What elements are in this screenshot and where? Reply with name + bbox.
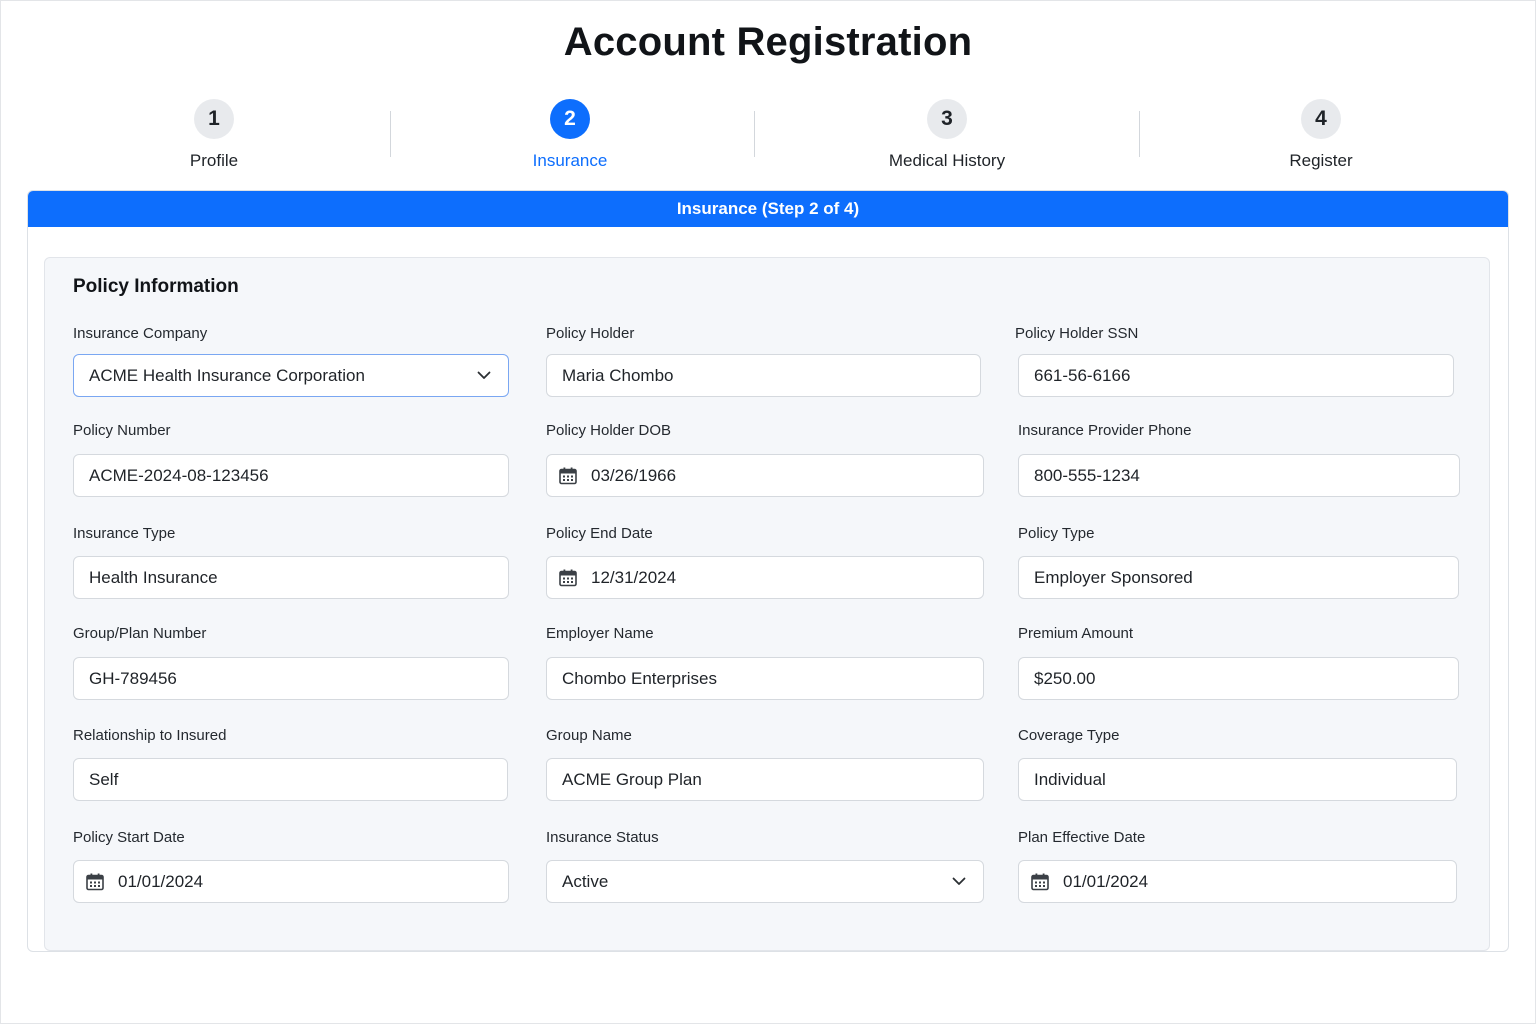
step-number: 4 — [1301, 99, 1341, 139]
insurance-type-value: Health Insurance — [89, 567, 218, 587]
insurance-provider-phone-label: Insurance Provider Phone — [1018, 422, 1192, 439]
relationship-to-insured-value: Self — [89, 769, 119, 789]
policy-end-date-label: Policy End Date — [546, 525, 653, 542]
insurance-status-value: Active — [562, 871, 609, 891]
policy-holder-ssn-label: Policy Holder SSN — [1015, 325, 1139, 342]
policy-end-date-value: 12/31/2024 — [591, 567, 677, 587]
insurance-company-value: ACME Health Insurance Corporation — [89, 365, 365, 385]
calendar-icon — [558, 568, 578, 588]
policy-type-label: Policy Type — [1018, 525, 1095, 542]
policy-number-input[interactable]: ACME-2024-08-123456 — [73, 454, 509, 497]
step-number: 1 — [194, 99, 234, 139]
step-divider — [390, 111, 391, 157]
insurance-provider-phone-value: 800-555-1234 — [1034, 465, 1140, 485]
employer-name-label: Employer Name — [546, 625, 654, 642]
policy-end-date-input[interactable]: 12/31/2024 — [546, 556, 984, 599]
relationship-to-insured-label: Relationship to Insured — [73, 727, 227, 744]
policy-information-panel: Policy Information Insurance Company ACM… — [44, 257, 1490, 951]
chevron-down-icon — [947, 870, 971, 894]
step-number: 3 — [927, 99, 967, 139]
policy-number-value: ACME-2024-08-123456 — [89, 465, 269, 485]
insurance-status-select[interactable]: Active — [546, 860, 984, 903]
form-card: Insurance (Step 2 of 4) Policy Informati… — [27, 190, 1509, 952]
plan-effective-date-value: 01/01/2024 — [1063, 871, 1149, 891]
insurance-type-label: Insurance Type — [73, 525, 176, 542]
policy-start-date-label: Policy Start Date — [73, 829, 185, 846]
group-name-label: Group Name — [546, 727, 632, 744]
insurance-company-label: Insurance Company — [73, 325, 208, 342]
insurance-status-label: Insurance Status — [546, 829, 659, 846]
step-label: Profile — [189, 151, 239, 170]
plan-effective-date-label: Plan Effective Date — [1018, 829, 1146, 846]
policy-holder-ssn-input[interactable]: 661-56-6166 — [1018, 354, 1454, 397]
step-label: Insurance — [532, 151, 608, 170]
policy-type-value: Employer Sponsored — [1034, 567, 1193, 587]
coverage-type-label: Coverage Type — [1018, 727, 1120, 744]
premium-amount-value: $250.00 — [1034, 668, 1096, 688]
page-title: Account Registration — [563, 20, 973, 64]
step-divider — [1139, 111, 1140, 157]
step-register[interactable]: 4 Register — [1201, 99, 1441, 171]
coverage-type-input[interactable]: Individual — [1018, 758, 1457, 801]
employer-name-input[interactable]: Chombo Enterprises — [546, 657, 984, 700]
group-name-value: ACME Group Plan — [562, 769, 702, 789]
group-plan-number-value: GH-789456 — [89, 668, 177, 688]
policy-holder-dob-label: Policy Holder DOB — [546, 422, 672, 439]
step-profile[interactable]: 1 Profile — [94, 99, 334, 171]
calendar-icon — [1030, 872, 1050, 892]
premium-amount-label: Premium Amount — [1018, 625, 1134, 642]
group-plan-number-input[interactable]: GH-789456 — [73, 657, 509, 700]
premium-amount-input[interactable]: $250.00 — [1018, 657, 1459, 700]
relationship-to-insured-input[interactable]: Self — [73, 758, 508, 801]
policy-holder-ssn-value: 661-56-6166 — [1034, 365, 1131, 385]
group-name-input[interactable]: ACME Group Plan — [546, 758, 984, 801]
step-divider — [754, 111, 755, 157]
step-number: 2 — [550, 99, 590, 139]
policy-type-input[interactable]: Employer Sponsored — [1018, 556, 1459, 599]
step-medical-history[interactable]: 3 Medical History — [827, 99, 1067, 171]
step-insurance[interactable]: 2 Insurance — [450, 99, 690, 171]
step-label: Register — [1289, 151, 1353, 170]
step-banner: Insurance (Step 2 of 4) — [28, 191, 1508, 227]
calendar-icon — [85, 872, 105, 892]
employer-name-value: Chombo Enterprises — [562, 668, 717, 688]
policy-holder-input[interactable]: Maria Chombo — [546, 354, 981, 397]
calendar-icon — [558, 466, 578, 486]
policy-number-label: Policy Number — [73, 422, 171, 439]
group-plan-number-label: Group/Plan Number — [73, 625, 207, 642]
step-label: Medical History — [888, 151, 1006, 170]
insurance-type-input[interactable]: Health Insurance — [73, 556, 509, 599]
policy-start-date-value: 01/01/2024 — [118, 871, 204, 891]
policy-holder-label: Policy Holder — [546, 325, 635, 342]
policy-holder-value: Maria Chombo — [562, 365, 674, 385]
insurance-company-select[interactable]: ACME Health Insurance Corporation — [73, 354, 509, 397]
coverage-type-value: Individual — [1034, 769, 1106, 789]
chevron-down-icon — [472, 364, 496, 388]
plan-effective-date-input[interactable]: 01/01/2024 — [1018, 860, 1457, 903]
policy-holder-dob-input[interactable]: 03/26/1966 — [546, 454, 984, 497]
insurance-provider-phone-input[interactable]: 800-555-1234 — [1018, 454, 1460, 497]
policy-holder-dob-value: 03/26/1966 — [591, 465, 677, 485]
policy-start-date-input[interactable]: 01/01/2024 — [73, 860, 509, 903]
section-title: Policy Information — [73, 276, 239, 297]
